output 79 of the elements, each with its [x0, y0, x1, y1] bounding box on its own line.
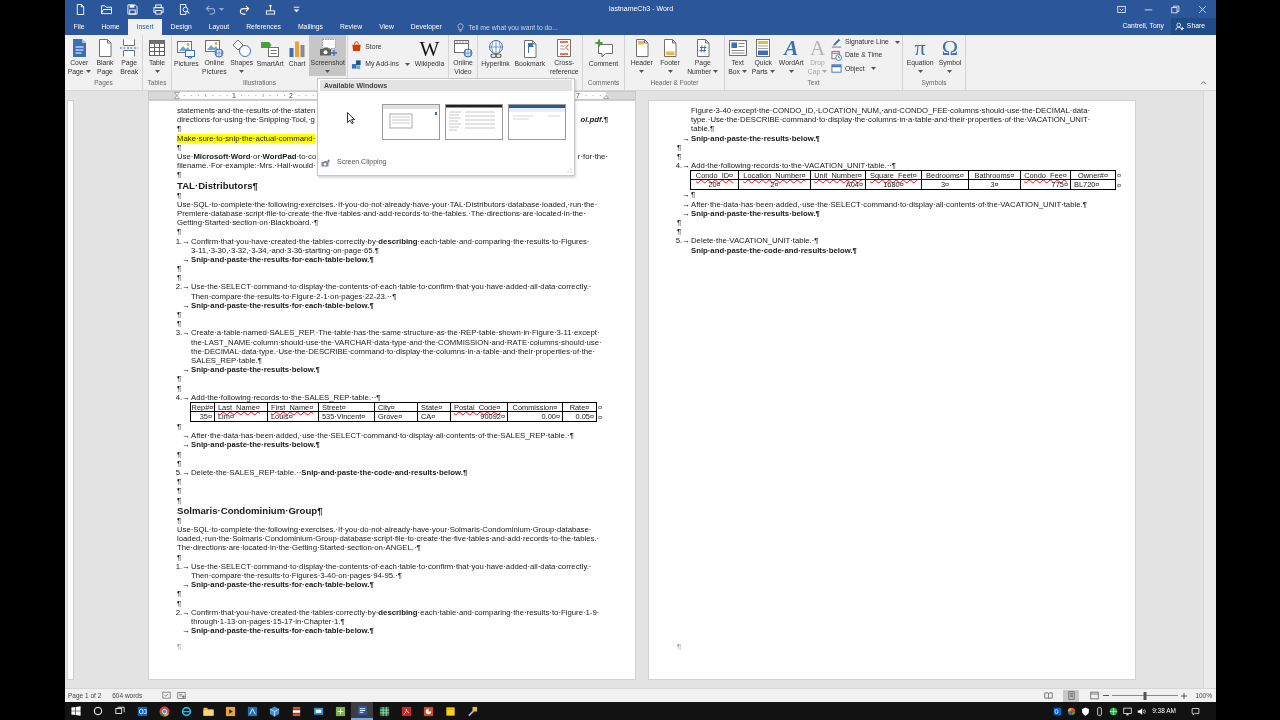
tool-app-icon	[466, 705, 478, 717]
page-icon	[1066, 691, 1076, 700]
pen-icon	[830, 36, 842, 48]
zoom-slider[interactable]	[1112, 691, 1179, 700]
browser-icon	[158, 705, 170, 717]
close-icon[interactable]	[1198, 4, 1207, 14]
share-person-icon	[1174, 22, 1184, 31]
restore-icon[interactable]	[1171, 4, 1180, 14]
task-view-icon	[115, 706, 125, 716]
text-box-icon	[727, 38, 748, 58]
mouse-pointer-icon	[347, 112, 355, 124]
presentation-app-icon	[422, 705, 434, 717]
section-heading: TAL·Distributors¶	[177, 179, 258, 191]
print-icon[interactable]	[153, 3, 164, 15]
zoom-slider-thumb[interactable]	[1143, 691, 1147, 700]
a-letter-icon: A	[784, 38, 799, 59]
redo-icon[interactable]	[239, 3, 250, 15]
mail-app-icon	[136, 705, 148, 717]
vertical-scrollbar[interactable]	[1203, 91, 1216, 688]
a-letter-icon: A	[809, 38, 826, 58]
ribbon-display-options-icon[interactable]	[1117, 4, 1126, 14]
network-icon[interactable]	[1123, 706, 1133, 716]
start-icon	[71, 706, 81, 716]
zoom-in-icon[interactable]	[1181, 692, 1188, 699]
shield-icon[interactable]	[1081, 706, 1091, 716]
book-icon	[1043, 691, 1053, 700]
table-icon	[147, 38, 167, 59]
window-thumbnail[interactable]	[445, 104, 503, 140]
shapes-icon	[231, 38, 252, 59]
omega-symbol-icon: Ω	[941, 38, 959, 59]
spreadsheet-app-icon	[378, 705, 390, 717]
video-globe-icon	[453, 38, 473, 58]
pi-symbol-icon: π	[914, 38, 926, 59]
sticky-note-icon	[444, 705, 456, 717]
section-heading: Solmaris·Condominium·Group¶	[177, 504, 323, 516]
print-layout-button[interactable]	[1063, 689, 1080, 702]
folder-icon	[202, 705, 214, 717]
screen-app-icon	[312, 705, 324, 717]
lightbulb-icon	[457, 22, 465, 32]
picture-globe-icon	[204, 38, 225, 58]
stacked-app-icon	[290, 705, 302, 717]
collapse-ribbon-icon[interactable]	[1200, 80, 1207, 85]
indent-marker-icon[interactable]	[174, 92, 180, 99]
volume-icon[interactable]	[1137, 706, 1147, 716]
blocks-icon	[351, 58, 363, 70]
new-document-icon[interactable]	[75, 3, 86, 15]
mail-app-icon[interactable]	[1053, 706, 1063, 716]
caret-icon[interactable]	[219, 7, 224, 11]
print-preview-icon[interactable]	[179, 3, 190, 15]
pinwheel-icon[interactable]	[1067, 706, 1077, 716]
app-icon	[246, 705, 258, 717]
internet-browser-icon	[180, 705, 192, 717]
picture-icon	[176, 38, 197, 59]
window-icon	[830, 63, 842, 75]
camera-icon	[317, 38, 338, 59]
macro-recording-icon[interactable]	[177, 691, 187, 700]
zoom-out-icon[interactable]	[1103, 693, 1110, 698]
folder-icon[interactable]	[101, 3, 112, 15]
comment-plus-icon	[593, 38, 614, 59]
notification-icon[interactable]	[1191, 706, 1200, 716]
pdf-app-icon	[400, 705, 412, 717]
camera-plus-icon	[321, 158, 330, 167]
taskbar-button[interactable]	[351, 702, 373, 720]
globe-icon[interactable]	[1109, 706, 1119, 716]
save-icon[interactable]	[127, 3, 138, 15]
cube-app-icon	[268, 705, 280, 717]
indent-marker-icon[interactable]	[603, 92, 609, 99]
window-thumbnail[interactable]	[382, 104, 440, 140]
app-icon	[334, 705, 346, 717]
device-icon[interactable]	[1095, 706, 1105, 716]
stamp-icon[interactable]	[265, 3, 276, 15]
w-letter-icon: W	[419, 38, 440, 59]
browser-window-icon	[1089, 691, 1099, 700]
calendar-clock-icon	[830, 50, 842, 61]
shopping-bag-icon	[351, 41, 363, 53]
search-icon	[93, 706, 103, 716]
media-app-icon	[224, 705, 236, 717]
document-app-icon	[356, 704, 368, 716]
window-thumbnail[interactable]	[508, 104, 566, 140]
